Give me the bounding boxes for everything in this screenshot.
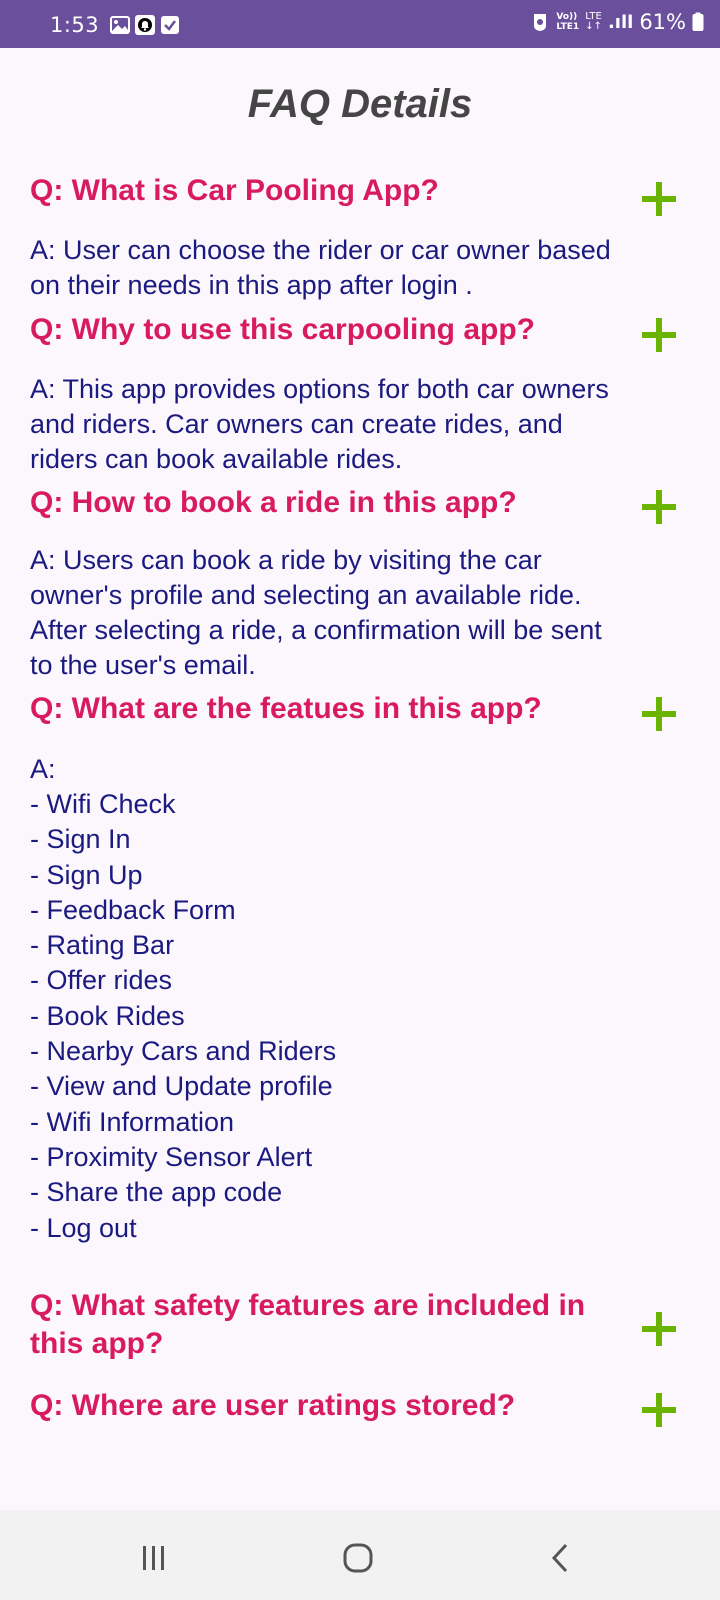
faq-question-2[interactable]: Q: Why to use this carpooling app? [30,311,535,349]
list-item: - View and Update profile [30,1071,333,1102]
plus-icon[interactable] [642,318,676,352]
list-item: - Proximity Sensor Alert [30,1141,313,1172]
data-arrows: ↓↑ [585,21,602,32]
checkbox-icon [160,15,180,35]
gallery-icon [110,15,130,35]
list-item: - Wifi Check [30,789,176,819]
home-icon[interactable] [338,1538,378,1578]
feature-list: - Wifi Check - Sign In - Sign Up - Feedb… [30,787,336,1246]
battery-percentage: 61% [639,10,686,34]
plus-icon[interactable] [642,1312,676,1346]
list-item: - Rating Bar [30,930,175,961]
plus-icon[interactable] [642,182,676,216]
list-item: - Nearby Cars and Riders [30,1036,337,1067]
signal-icon: .ıll [607,11,634,33]
back-icon[interactable] [540,1538,580,1578]
list-item: - Share the app code [30,1177,283,1208]
list-item: - Log out [30,1212,137,1243]
list-item: - Wifi Information [30,1106,235,1137]
recent-apps-icon[interactable] [134,1538,174,1578]
faq-question-4[interactable]: Q: What are the featues in this app? [30,690,542,728]
lte1-label: LTE1 [556,22,580,32]
list-item: - Feedback Form [30,894,236,925]
battery-icon [692,12,704,32]
status-time: 1:53 [50,13,100,37]
list-item: - Sign In [30,824,131,855]
faq-answer-3: A: Users can book a ride by visiting the… [30,545,602,680]
status-bar: 1:53 Vo)) LTE1 LTE ↓↑ .ıll 61% [0,0,720,48]
faq-question-5[interactable]: Q: What safety features are included in … [30,1287,585,1363]
plus-icon[interactable] [642,697,676,731]
status-notification-icons [110,15,180,35]
system-nav-bar [0,1510,720,1600]
faq-answer-2: A: This app provides options for both ca… [30,374,609,474]
faq-question-1[interactable]: Q: What is Car Pooling App? [30,172,439,210]
page-title: FAQ Details [247,82,473,126]
faq-question-3[interactable]: Q: How to book a ride in this app? [30,484,517,522]
list-item: - Book Rides [30,1000,185,1031]
list-item: - Sign Up [30,859,143,890]
faq-answer-1: A: User can choose the rider or car owne… [30,235,611,300]
status-system-icons: Vo)) LTE1 LTE ↓↑ .ıll 61% [530,10,704,34]
faq-question-6[interactable]: Q: Where are user ratings stored? [30,1387,515,1425]
hotspot-icon [530,12,550,32]
notification-bell-icon [135,15,155,35]
plus-icon[interactable] [642,1393,676,1427]
list-item: - Offer rides [30,965,173,996]
volte-indicator: Vo)) LTE1 [556,12,579,32]
plus-icon[interactable] [642,490,676,524]
faq-answer-4-prefix: A: [30,754,56,784]
volte-label: Vo)) [556,12,578,22]
lte-indicator: LTE ↓↑ [585,12,602,32]
